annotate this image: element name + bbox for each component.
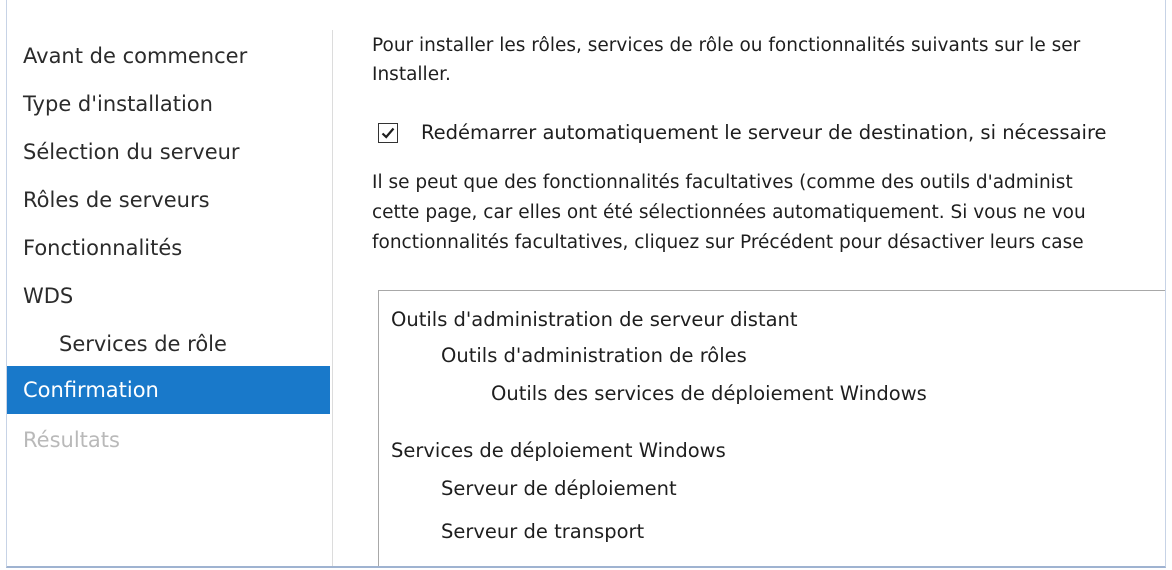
- list-item: Outils des services de déploiement Windo…: [491, 382, 927, 405]
- intro-text-line-2: Installer.: [372, 64, 451, 85]
- restart-checkbox-label[interactable]: Redémarrer automatiquement le serveur de…: [421, 120, 1107, 146]
- list-item: Outils d'administration de rôles: [441, 344, 747, 367]
- intro-text-line-1: Pour installer les rôles, services de rô…: [372, 35, 1081, 56]
- nav-item-selection-serveur[interactable]: Sélection du serveur: [7, 128, 330, 176]
- list-item: Outils d'administration de serveur dista…: [391, 308, 798, 331]
- nav-item-services-de-role[interactable]: Services de rôle: [7, 320, 330, 368]
- info-text-line-2: cette page, car elles ont été sélectionn…: [372, 202, 1086, 223]
- checkmark-icon: [381, 127, 395, 139]
- nav-item-wds[interactable]: WDS: [7, 272, 330, 320]
- list-item: Serveur de transport: [441, 520, 645, 543]
- nav-divider: [332, 30, 333, 566]
- nav-item-fonctionnalites[interactable]: Fonctionnalités: [7, 224, 330, 272]
- info-text-line-1: Il se peut que des fonctionnalités facul…: [372, 172, 1073, 193]
- nav-item-roles-serveurs[interactable]: Rôles de serveurs: [7, 176, 330, 224]
- wizard-nav: Avant de commencer Type d'installation S…: [7, 0, 332, 566]
- confirmation-panel: Pour installer les rôles, services de rô…: [372, 0, 1165, 566]
- nav-item-confirmation[interactable]: Confirmation: [7, 366, 330, 414]
- list-item: Services de déploiement Windows: [391, 439, 726, 462]
- nav-item-avant-de-commencer[interactable]: Avant de commencer: [7, 32, 330, 80]
- info-text-line-3: fonctionnalités facultatives, cliquez su…: [372, 232, 1084, 253]
- features-list[interactable]: Outils d'administration de serveur dista…: [378, 290, 1165, 566]
- nav-item-type-installation[interactable]: Type d'installation: [7, 80, 330, 128]
- wizard-window: Avant de commencer Type d'installation S…: [6, 0, 1166, 568]
- nav-item-resultats: Résultats: [23, 428, 120, 452]
- list-item: Serveur de déploiement: [441, 477, 677, 500]
- restart-checkbox[interactable]: [378, 123, 398, 143]
